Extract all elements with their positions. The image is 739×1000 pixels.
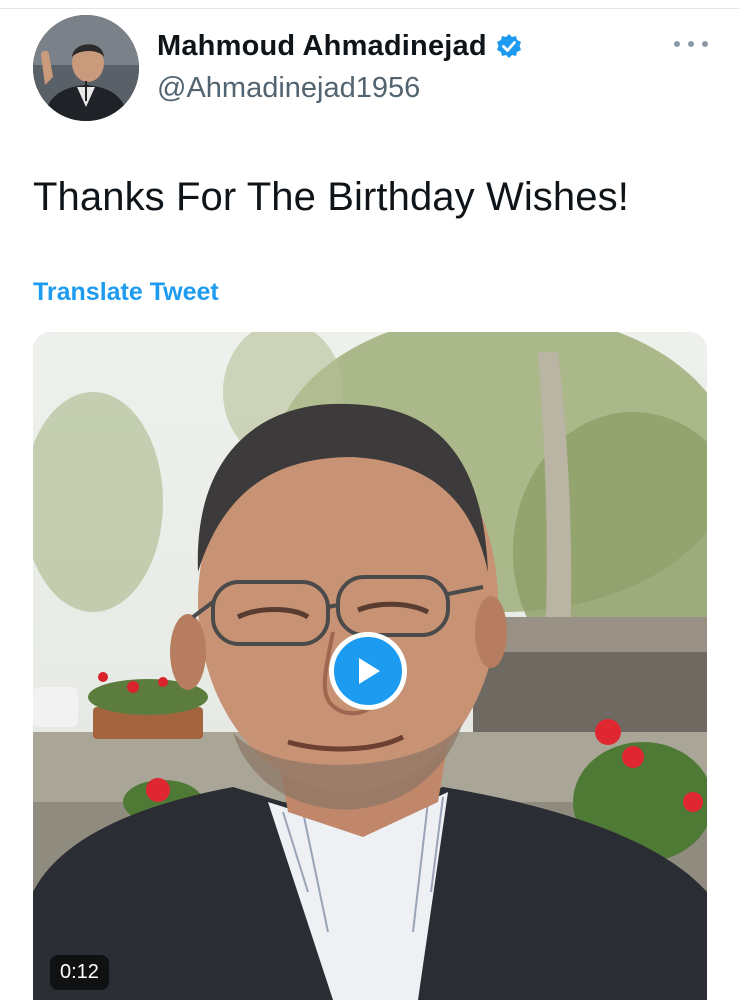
- video-player[interactable]: 0:12: [33, 332, 707, 1000]
- more-dot: [702, 41, 708, 47]
- video-duration-badge: 0:12: [50, 955, 109, 990]
- more-dot: [688, 41, 694, 47]
- author-name-text: Mahmoud Ahmadinejad: [157, 30, 487, 62]
- more-options-icon[interactable]: [674, 34, 708, 54]
- author-name[interactable]: Mahmoud Ahmadinejad: [157, 30, 523, 63]
- translate-tweet-link[interactable]: Translate Tweet: [33, 278, 219, 307]
- avatar[interactable]: [33, 15, 139, 121]
- tweet-text: Thanks For The Birthday Wishes!: [33, 175, 629, 219]
- play-icon: [359, 658, 380, 684]
- tweet: Mahmoud Ahmadinejad @Ahmadinejad1956 Tha…: [0, 0, 739, 1000]
- more-dot: [674, 41, 680, 47]
- top-divider: [0, 0, 739, 9]
- play-button[interactable]: [329, 632, 407, 710]
- verified-badge-icon: [495, 33, 523, 61]
- author-handle[interactable]: @Ahmadinejad1956: [157, 72, 420, 105]
